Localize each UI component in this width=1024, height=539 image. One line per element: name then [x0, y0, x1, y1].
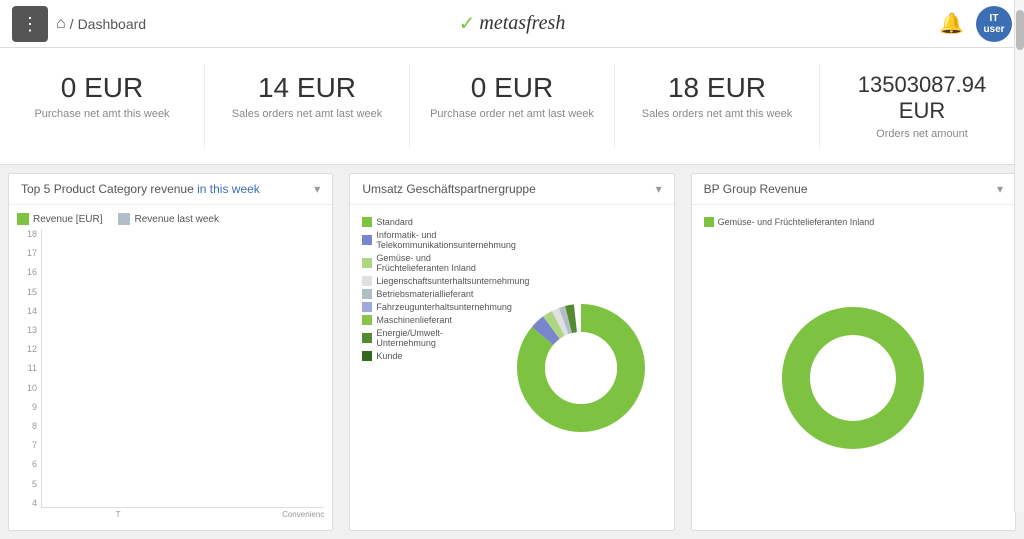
bar-chart-body: Revenue [EUR] Revenue last week 18 17 16… — [9, 205, 332, 530]
donut-chart-1-header: Umsatz Geschäftspartnergruppe ▾ — [350, 174, 673, 205]
kpi-label-1: Sales orders net amt last week — [221, 108, 393, 120]
breadcrumb-page[interactable]: Dashboard — [78, 16, 147, 32]
donut-legend-item-5: Fahrzeugunterhaltsunternehmung — [362, 302, 492, 312]
bar-chart-panel: Top 5 Product Category revenue in this w… — [8, 173, 333, 531]
logo-text: metasfresh — [479, 12, 565, 35]
donut-legend-label-4: Betriebsmateriallieferant — [376, 289, 473, 299]
donut-legend-color-7 — [362, 333, 372, 343]
donut-legend-color-8 — [362, 351, 372, 361]
donut-legend-item-4: Betriebsmateriallieferant — [362, 289, 492, 299]
donut-chart-panel-2: BP Group Revenue ▾ Gemüse- und Früchteli… — [691, 173, 1016, 531]
donut-legend-label-1: Informatik- und Telekommunikationsuntern… — [376, 230, 516, 250]
bars-area: T Convenienc — [41, 229, 324, 508]
donut-chart-1-body: Standard Informatik- und Telekommunikati… — [350, 205, 673, 530]
kpi-card-2: 0 EUR Purchase order net amt last week — [410, 64, 615, 148]
donut-area-2: Gemüse- und Früchtelieferanten Inland — [700, 213, 1007, 522]
menu-icon: ⋮ — [21, 15, 39, 33]
legend-label-0: Revenue [EUR] — [33, 214, 102, 225]
scrollbar[interactable] — [1014, 0, 1024, 512]
y-axis: 18 17 16 15 14 13 12 11 10 9 8 7 6 5 — [17, 229, 41, 508]
donut-svg-2 — [778, 303, 928, 453]
donut-legend-2: Gemüse- und Früchtelieferanten Inland — [700, 213, 1007, 234]
bar-chart-legend: Revenue [EUR] Revenue last week — [17, 213, 324, 225]
avatar[interactable]: ITuser — [976, 6, 1012, 42]
donut-legend-item-3: Liegenschaftsunterhaltsunternehmung — [362, 276, 492, 286]
donut-chart-2-title: BP Group Revenue — [704, 182, 808, 196]
donut-area-1: Standard Informatik- und Telekommunikati… — [358, 213, 665, 522]
legend-color-gray — [118, 213, 130, 225]
donut-svg-area-2 — [700, 234, 1007, 522]
donut-legend-item-1: Informatik- und Telekommunikationsuntern… — [362, 230, 492, 250]
kpi-card-3: 18 EUR Sales orders net amt this week — [615, 64, 820, 148]
donut-legend-item-8: Kunde — [362, 351, 492, 361]
bar-x-label-1: T — [116, 510, 121, 519]
kpi-label-0: Purchase net amt this week — [16, 108, 188, 120]
kpi-value-0: 0 EUR — [16, 72, 188, 104]
donut-chart-2-header: BP Group Revenue ▾ — [692, 174, 1015, 205]
donut-svg-area-1 — [497, 213, 666, 522]
topbar: ⋮ ⌂ / Dashboard ✓ metasfresh 🔔 ITuser — [0, 0, 1024, 48]
donut-chart-1-title: Umsatz Geschäftspartnergruppe — [362, 182, 535, 196]
donut-legend-1: Standard Informatik- und Telekommunikati… — [358, 213, 496, 522]
donut-legend-label-0: Standard — [376, 217, 413, 227]
bar-grid: 18 17 16 15 14 13 12 11 10 9 8 7 6 5 — [17, 229, 324, 508]
donut-legend-item-0: Standard — [362, 217, 492, 227]
donut-legend-color-2 — [362, 258, 372, 268]
donut-legend-label-6: Maschinenlieferant — [376, 315, 452, 325]
donut-legend-item-2: Gemüse- und Früchtelieferanten Inland — [362, 253, 492, 273]
donut-legend-color-5 — [362, 302, 372, 312]
donut-chart-panel-1: Umsatz Geschäftspartnergruppe ▾ Standard… — [349, 173, 674, 531]
donut-legend-2-label-0: Gemüse- und Früchtelieferanten Inland — [718, 217, 875, 227]
legend-label-1: Revenue last week — [134, 214, 219, 225]
legend-item-1: Revenue last week — [118, 213, 219, 225]
legend-color-green — [17, 213, 29, 225]
scrollbar-thumb[interactable] — [1016, 10, 1024, 50]
logo-check-icon: ✓ — [459, 11, 476, 36]
donut-legend-2-color-0 — [704, 217, 714, 227]
donut-legend-color-0 — [362, 217, 372, 227]
notification-bell-icon[interactable]: 🔔 — [939, 11, 964, 36]
donut-legend-label-7: Energie/Umwelt-Unternehmung — [376, 328, 492, 348]
charts-row: Top 5 Product Category revenue in this w… — [0, 165, 1024, 539]
kpi-card-4: 13503087.94 EUR Orders net amount — [820, 64, 1024, 148]
donut-chart-2-dropdown-icon[interactable]: ▾ — [997, 182, 1003, 196]
app-logo: ✓ metasfresh — [459, 11, 566, 36]
donut-legend-label-8: Kunde — [376, 351, 402, 361]
kpi-value-3: 18 EUR — [631, 72, 803, 104]
bar-chart-dropdown-icon[interactable]: ▾ — [314, 182, 320, 196]
breadcrumb-separator: / — [70, 16, 74, 32]
kpi-value-2: 0 EUR — [426, 72, 598, 104]
donut-legend-color-3 — [362, 276, 372, 286]
bar-chart-title: Top 5 Product Category revenue in this w… — [21, 182, 260, 196]
donut-legend-color-1 — [362, 235, 372, 245]
kpi-label-3: Sales orders net amt this week — [631, 108, 803, 120]
kpi-card-0: 0 EUR Purchase net amt this week — [0, 64, 205, 148]
kpi-label-4: Orders net amount — [836, 128, 1008, 140]
legend-item-0: Revenue [EUR] — [17, 213, 102, 225]
topbar-right: 🔔 ITuser — [939, 6, 1012, 42]
donut-svg-1 — [516, 303, 646, 433]
kpi-value-4: 13503087.94 EUR — [836, 72, 1008, 124]
donut-chart-2-body: Gemüse- und Früchtelieferanten Inland — [692, 205, 1015, 530]
donut-legend-color-6 — [362, 315, 372, 325]
donut-legend-item-6: Maschinenlieferant — [362, 315, 492, 325]
kpi-row: 0 EUR Purchase net amt this week 14 EUR … — [0, 48, 1024, 165]
bar-x-label-3: Convenienc — [282, 510, 324, 519]
donut-legend-2-item-0: Gemüse- und Früchtelieferanten Inland — [704, 217, 1003, 227]
donut-legend-color-4 — [362, 289, 372, 299]
bar-chart-area: Revenue [EUR] Revenue last week 18 17 16… — [17, 213, 324, 522]
bar-chart-title-text: Top 5 Product Category revenue — [21, 182, 197, 196]
donut-chart-1-dropdown-icon[interactable]: ▾ — [656, 182, 662, 196]
bar-chart-title-highlight: in this week — [197, 182, 260, 196]
kpi-label-2: Purchase order net amt last week — [426, 108, 598, 120]
bar-chart-header: Top 5 Product Category revenue in this w… — [9, 174, 332, 205]
donut-legend-label-5: Fahrzeugunterhaltsunternehmung — [376, 302, 512, 312]
menu-button[interactable]: ⋮ — [12, 6, 48, 42]
kpi-card-1: 14 EUR Sales orders net amt last week — [205, 64, 410, 148]
home-icon[interactable]: ⌂ — [56, 15, 66, 33]
donut-legend-item-7: Energie/Umwelt-Unternehmung — [362, 328, 492, 348]
kpi-value-1: 14 EUR — [221, 72, 393, 104]
donut-legend-label-2: Gemüse- und Früchtelieferanten Inland — [376, 253, 492, 273]
